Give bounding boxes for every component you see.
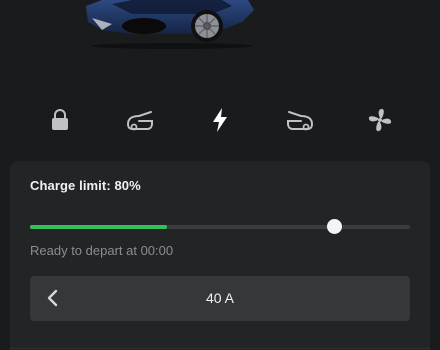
charge-limit-label: Charge limit: 80% xyxy=(30,178,141,193)
fan-icon xyxy=(368,108,392,132)
lock-button[interactable] xyxy=(42,102,78,138)
frunk-button[interactable] xyxy=(122,102,158,138)
charge-button[interactable] xyxy=(202,102,238,138)
lock-icon xyxy=(52,109,68,130)
charge-card: Charge limit: 80% Ready to depart at 00:… xyxy=(10,161,430,350)
trunk-icon xyxy=(287,111,313,131)
charge-limit-slider[interactable] xyxy=(30,219,410,235)
ready-status: Ready to depart at 00:00 xyxy=(30,243,174,258)
car-image xyxy=(86,0,254,49)
climate-button[interactable] xyxy=(362,102,398,138)
frunk-icon xyxy=(127,111,153,131)
quick-controls xyxy=(0,102,440,138)
slider-thumb[interactable] xyxy=(327,219,342,234)
divider xyxy=(10,348,430,349)
charge-current-selector: 40 A xyxy=(30,276,410,321)
battery-level-fill xyxy=(30,225,167,229)
charging-screen: Charge limit: 80% Ready to depart at 00:… xyxy=(0,0,440,350)
trunk-button[interactable] xyxy=(282,102,318,138)
lightning-icon xyxy=(213,108,227,132)
charge-current-value: 40 A xyxy=(205,290,235,306)
